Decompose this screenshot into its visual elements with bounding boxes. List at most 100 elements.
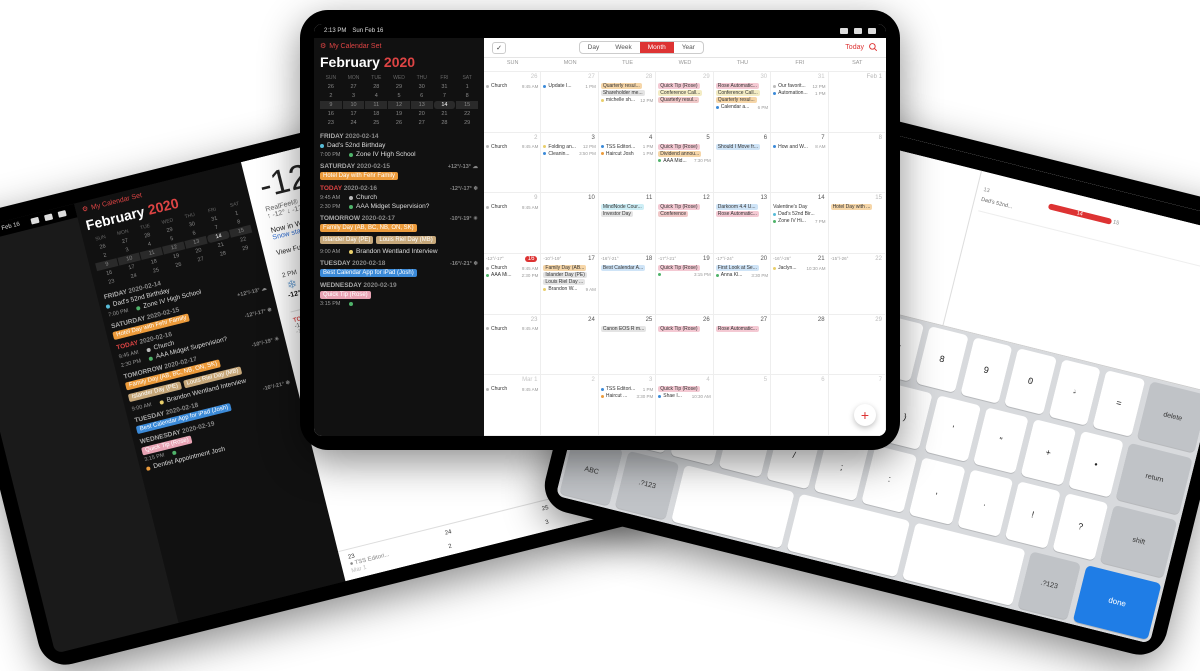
key[interactable]: 9	[960, 337, 1013, 403]
month-cell[interactable]: 24	[541, 315, 598, 376]
month-cell[interactable]: 4Quick Tip (Rose)Shae I...10:30 AM	[656, 375, 713, 436]
month-cell[interactable]: 3Folding an...12 PMCleanin...3:50 PM	[541, 133, 598, 194]
agenda-event[interactable]: 9:45 AMChurch	[320, 194, 478, 201]
mini-day[interactable]: 29	[456, 119, 478, 127]
agenda-event[interactable]: Best Calendar App for iPad (Josh)	[320, 269, 478, 277]
mini-day[interactable]: 27	[343, 83, 365, 91]
key[interactable]: .	[957, 469, 1013, 536]
month-cell[interactable]: 27Rose Automatic...	[714, 315, 771, 376]
key[interactable]: .?123	[615, 450, 679, 519]
seg-day[interactable]: Day	[580, 42, 608, 53]
mini-day[interactable]: 31	[434, 83, 456, 91]
month-cell[interactable]: 6Should I Move fr...	[714, 133, 771, 194]
mini-day[interactable]: 20	[411, 110, 433, 118]
agenda-event[interactable]: 9:00 AMBrandon Wentland Interview	[320, 248, 478, 255]
mini-day[interactable]: 26	[388, 119, 410, 127]
mini-day[interactable]: 4	[365, 92, 387, 100]
agenda-event[interactable]: 3:15 PM	[320, 301, 478, 307]
key[interactable]: done	[1073, 565, 1162, 640]
today-button[interactable]: Today	[845, 44, 864, 51]
mini-day[interactable]: 28	[434, 119, 456, 127]
seg-week[interactable]: Week	[607, 42, 640, 53]
key[interactable]: return	[1116, 442, 1193, 514]
month-cell[interactable]: 2	[541, 375, 598, 436]
agenda-event[interactable]: Louis Riel Day (MB)	[376, 236, 435, 244]
agenda-event[interactable]: Islander Day (PE)	[320, 236, 373, 244]
mini-day[interactable]: 2	[320, 92, 342, 100]
key[interactable]: ?	[1052, 493, 1108, 560]
month-cell[interactable]: 11MindNode Cour...Investor Day	[599, 193, 656, 254]
mini-day[interactable]: 22	[456, 110, 478, 118]
key[interactable]: =	[1093, 370, 1146, 436]
key[interactable]: •	[1068, 430, 1124, 497]
month-grid[interactable]: SUNMONTUEWEDTHUFRISAT26Church9:45 AM27Up…	[484, 58, 886, 436]
mini-day[interactable]: 11	[365, 101, 387, 109]
month-cell[interactable]: 18-16°/-21°Best Calendar A...	[599, 254, 656, 315]
mini-day[interactable]: 27	[411, 119, 433, 127]
month-cell[interactable]: 16-12°/-17°Church9:45 AMAAA Mi...2:30 PM	[484, 254, 541, 315]
key[interactable]: (0	[1004, 348, 1057, 414]
mini-day[interactable]: 7	[434, 92, 456, 100]
agenda-event[interactable]: 7:00 PMZone IV High School	[320, 151, 478, 158]
mini-day[interactable]: 26	[320, 83, 342, 91]
mini-day[interactable]: 10	[343, 101, 365, 109]
tasks-toggle[interactable]: ✓	[492, 42, 506, 54]
month-cell[interactable]: 14Valentine's DayDad's 52nd Bir...Zone I…	[771, 193, 828, 254]
key[interactable]: delete	[1137, 381, 1200, 452]
key[interactable]: '	[925, 395, 981, 462]
key[interactable]: +	[1020, 419, 1076, 486]
mini-day[interactable]: 17	[343, 110, 365, 118]
month-cell[interactable]: 29Quick Tip (Rose)Conference Call...Quar…	[656, 72, 713, 133]
calendar-set-label[interactable]: ⚙ My Calendar Set	[320, 42, 478, 50]
agenda-event[interactable]: Dad's 52nd Birthday	[320, 142, 478, 149]
month-cell[interactable]: 28	[771, 315, 828, 376]
month-cell[interactable]: 5Quick Tip (Rose)Dividend annou...AAA Mi…	[656, 133, 713, 194]
month-cell[interactable]: 3TSS Editori...1 PMHaircut ...3:30 PM	[599, 375, 656, 436]
agenda-event[interactable]: 2:30 PMAAA Midget Supervision?	[320, 203, 478, 210]
mini-day[interactable]: 12	[388, 101, 410, 109]
month-cell[interactable]: Mar 1Church9:45 AM	[484, 375, 541, 436]
mini-day[interactable]: 29	[388, 83, 410, 91]
month-cell[interactable]: 6	[771, 375, 828, 436]
agenda-list[interactable]: FRIDAY 2020-02-14Dad's 52nd Birthday7:00…	[320, 133, 478, 307]
key[interactable]: )-	[1048, 359, 1101, 425]
key[interactable]: :	[862, 445, 918, 512]
month-cell[interactable]: 28Quarterly resul...Shareholder me...mic…	[599, 72, 656, 133]
month-cell[interactable]: 19-17°/-21°Quick Tip (Rose)3:15 PM	[656, 254, 713, 315]
key[interactable]: ,	[909, 457, 965, 524]
mini-calendar[interactable]: SUNMONTUEWEDTHUFRISAT2627282930311234567…	[320, 74, 478, 127]
month-cell[interactable]: 22-15°/-26°	[829, 254, 886, 315]
month-cell[interactable]: 9Church9:45 AM	[484, 193, 541, 254]
mini-day[interactable]: 30	[411, 83, 433, 91]
key[interactable]: .?123	[1017, 551, 1081, 620]
month-cell[interactable]: 10	[541, 193, 598, 254]
month-cell[interactable]: 27Update I...1 PM	[541, 72, 598, 133]
month-cell[interactable]: 15Hotel Day with ...	[829, 193, 886, 254]
month-cell[interactable]: 8	[829, 133, 886, 194]
month-cell[interactable]: 21-16°/-26°Jaclyn...10:30 AM	[771, 254, 828, 315]
mini-day[interactable]: 13	[411, 101, 433, 109]
month-cell[interactable]: 23Church9:45 AM	[484, 315, 541, 376]
mini-day[interactable]: 6	[411, 92, 433, 100]
month-cell[interactable]: 26Quick Tip (Rose)	[656, 315, 713, 376]
key[interactable]: !	[1005, 481, 1061, 548]
mini-day[interactable]: 24	[343, 119, 365, 127]
mini-day[interactable]: 19	[388, 110, 410, 118]
mini-day[interactable]: 28	[365, 83, 387, 91]
mini-day[interactable]: 23	[320, 119, 342, 127]
agenda-event[interactable]: Family Day (AB, BC, NB, ON, SK)	[320, 224, 478, 232]
mini-day[interactable]: 15	[456, 101, 478, 109]
month-cell[interactable]: 2Church9:45 AM	[484, 133, 541, 194]
mini-day[interactable]: 16	[320, 110, 342, 118]
mini-day[interactable]: 5	[388, 92, 410, 100]
month-cell[interactable]: 26Church9:45 AM	[484, 72, 541, 133]
month-cell[interactable]: 25Canon EOS R m...	[599, 315, 656, 376]
month-cell[interactable]: 12Quick Tip (Rose)Conference	[656, 193, 713, 254]
mini-day[interactable]: 8	[456, 92, 478, 100]
mini-day[interactable]: 18	[365, 110, 387, 118]
month-cell[interactable]: 13Darkoom 4.4 U...Rose Automatic...	[714, 193, 771, 254]
seg-month[interactable]: Month	[640, 42, 674, 53]
view-segmented[interactable]: Day Week Month Year	[579, 41, 704, 54]
key[interactable]: "	[973, 407, 1029, 474]
key[interactable]: 8	[916, 326, 969, 392]
